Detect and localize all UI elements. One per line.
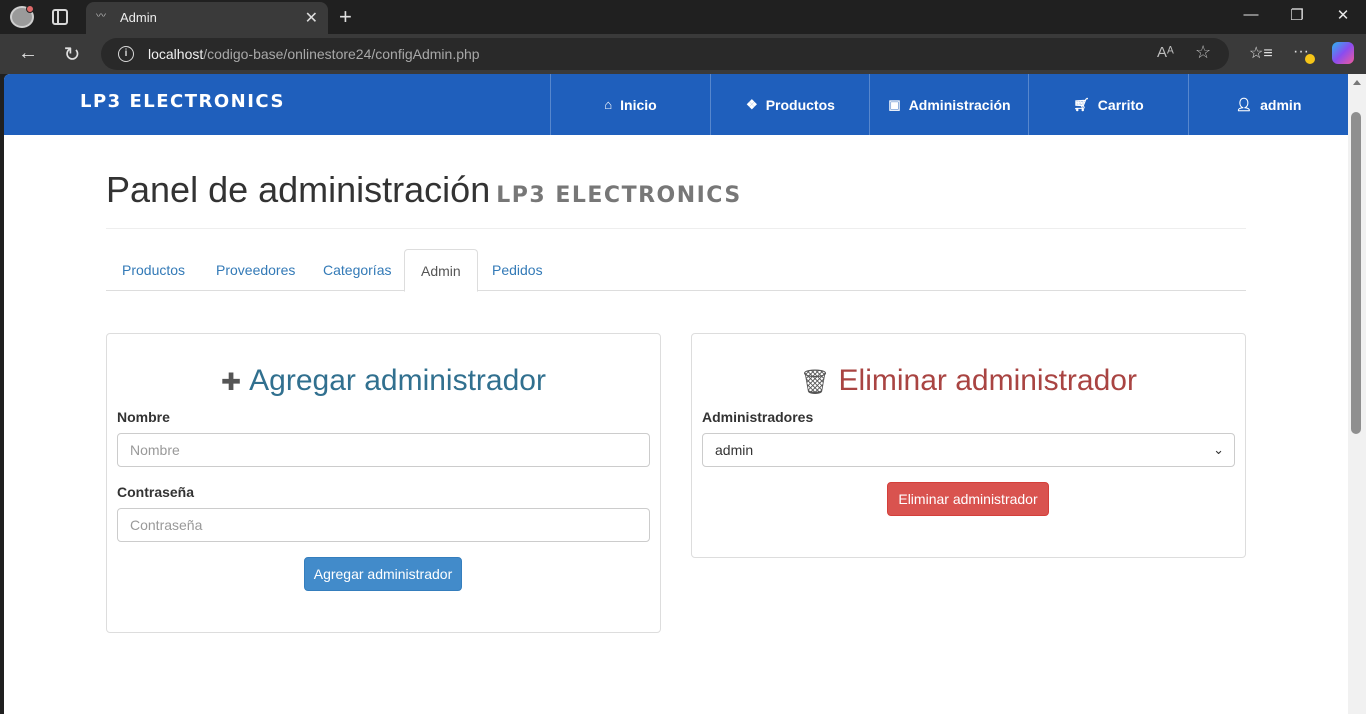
- nav-item-admin[interactable]: 👤︎ admin: [1188, 74, 1348, 135]
- delete-admin-panel: 🗑︎ Eliminar administrador Administradores…: [691, 333, 1246, 558]
- favorite-star-icon[interactable]: ☆: [1195, 42, 1211, 63]
- add-admin-heading-text: Agregar administrador: [249, 364, 546, 397]
- tab-favicon-icon: 〰: [96, 11, 106, 22]
- minimize-window-icon[interactable]: —: [1241, 6, 1261, 23]
- nav-item-label: Productos: [765, 96, 835, 113]
- page-scrollbar[interactable]: [1348, 74, 1366, 714]
- delete-admin-button[interactable]: Eliminar administrador: [887, 482, 1049, 516]
- browser-tab-title: Admin: [120, 10, 157, 25]
- nav-item-carrito[interactable]: 🛒︎ Carrito: [1028, 74, 1188, 135]
- password-label: Contraseña: [117, 484, 195, 500]
- add-admin-heading: ✚ Agregar administrador: [107, 364, 660, 398]
- nav-item-label: Carrito: [1097, 96, 1144, 113]
- password-input[interactable]: Contraseña: [117, 508, 650, 542]
- name-input[interactable]: Nombre: [117, 433, 650, 467]
- favorites-list-icon[interactable]: ☆≡: [1249, 43, 1273, 63]
- page-title: Panel de administración LP3 ELECTRONICS: [106, 169, 742, 211]
- chevron-down-icon: ⌄: [1213, 442, 1224, 457]
- trash-icon: 🗑︎: [800, 369, 831, 396]
- nav-item-label: Administración: [908, 96, 1011, 113]
- add-admin-panel: ✚ Agregar administrador Nombre Nombre Con…: [106, 333, 661, 633]
- delete-admin-heading: 🗑︎ Eliminar administrador: [692, 364, 1245, 398]
- administrators-select[interactable]: admin ⌄: [702, 433, 1235, 467]
- briefcase-icon: ▣: [888, 96, 901, 112]
- administrators-label: Administradores: [702, 409, 814, 425]
- nav-item-label: admin: [1260, 96, 1302, 113]
- url-text: localhost/codigo-base/onlinestore24/conf…: [148, 46, 480, 62]
- new-tab-icon[interactable]: +: [339, 4, 352, 30]
- plus-icon: ✚: [221, 369, 242, 396]
- name-label: Nombre: [117, 409, 170, 425]
- title-divider: [106, 228, 1246, 229]
- copilot-icon[interactable]: [1332, 42, 1354, 64]
- cart-icon: 🛒︎: [1073, 96, 1090, 112]
- browser-address-bar: ← ↻ i localhost/codigo-base/onlinestore2…: [0, 34, 1366, 74]
- delete-admin-heading-text: Eliminar administrador: [838, 364, 1137, 397]
- tab-actions-icon[interactable]: [52, 9, 68, 25]
- navbar-brand[interactable]: LP3 ELECTRONICS: [80, 91, 285, 112]
- nav-item-label: Inicio: [620, 96, 657, 113]
- site-navbar: LP3 ELECTRONICS ⌂ Inicio ❖ Productos ▣ A…: [4, 74, 1348, 135]
- close-window-icon[interactable]: ✕: [1333, 6, 1353, 24]
- browser-tab-admin[interactable]: 〰 Admin ✕: [86, 2, 328, 34]
- back-arrow-icon[interactable]: ←: [17, 42, 39, 65]
- dropbox-icon: ❖: [746, 96, 758, 112]
- add-admin-button[interactable]: Agregar administrador: [304, 557, 462, 591]
- reload-icon[interactable]: ↻: [61, 42, 83, 67]
- page-title-brand: LP3 ELECTRONICS: [496, 183, 742, 208]
- tab-admin[interactable]: Admin: [404, 249, 478, 292]
- scroll-up-arrow-icon[interactable]: [1353, 80, 1361, 85]
- close-tab-icon[interactable]: ✕: [305, 8, 318, 28]
- tab-categorias[interactable]: Categorías: [307, 249, 407, 291]
- restore-window-icon[interactable]: ❐: [1287, 6, 1307, 24]
- tab-pedidos[interactable]: Pedidos: [476, 249, 559, 291]
- tab-proveedores[interactable]: Proveedores: [200, 249, 311, 291]
- scrollbar-thumb[interactable]: [1351, 112, 1361, 434]
- nav-item-productos[interactable]: ❖ Productos: [710, 74, 870, 135]
- nav-item-administracion[interactable]: ▣ Administración: [869, 74, 1029, 135]
- page-viewport: LP3 ELECTRONICS ⌂ Inicio ❖ Productos ▣ A…: [4, 74, 1348, 714]
- page-title-text: Panel de administración: [106, 169, 491, 210]
- notification-badge-icon: [1305, 54, 1315, 64]
- tab-productos[interactable]: Productos: [106, 249, 201, 291]
- browser-tab-strip: 〰 Admin ✕ + — ❐ ✕: [0, 0, 1366, 34]
- admin-tabs: Productos Proveedores Categorías Admin P…: [106, 249, 1246, 292]
- site-info-icon[interactable]: i: [118, 46, 134, 62]
- nav-item-inicio[interactable]: ⌂ Inicio: [550, 74, 710, 135]
- profile-status-icon: [26, 5, 34, 13]
- home-icon: ⌂: [604, 97, 613, 112]
- read-aloud-icon[interactable]: Aᴬ: [1157, 44, 1174, 61]
- url-field[interactable]: i localhost/codigo-base/onlinestore24/co…: [101, 38, 1229, 70]
- user-icon: 👤︎: [1235, 96, 1253, 112]
- administrators-select-value: admin: [715, 442, 754, 458]
